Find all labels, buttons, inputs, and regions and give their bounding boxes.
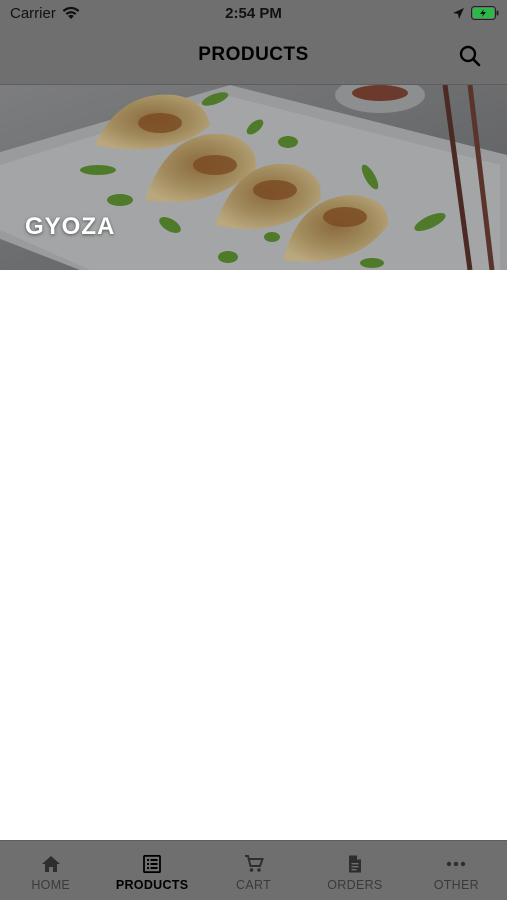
tab-bar: HOME PRODUCTS CART ORDERS OTHER [0, 840, 507, 900]
tab-products-label: PRODUCTS [115, 878, 189, 892]
tab-home-label: HOME [31, 878, 71, 892]
battery-icon [471, 6, 499, 20]
page-title: PRODUCTS [198, 44, 309, 65]
tab-cart-label: CART [236, 878, 272, 892]
tab-orders-label: ORDERS [327, 878, 383, 892]
document-icon [348, 855, 361, 873]
home-icon [41, 856, 60, 872]
clock-time: 2:54 PM [225, 5, 282, 22]
cart-icon [244, 855, 264, 872]
more-icon [447, 861, 466, 867]
nav-bar: PRODUCTS [0, 28, 507, 85]
status-bar: Carrier 2:54 PM [0, 0, 507, 28]
product-list-area [0, 270, 507, 840]
gyoza-photo [0, 85, 507, 270]
tab-products[interactable]: PRODUCTS [101, 841, 202, 900]
tab-cart[interactable]: CART [203, 841, 304, 900]
location-arrow-icon [453, 8, 464, 19]
list-icon [143, 855, 162, 873]
search-icon[interactable] [456, 42, 484, 70]
category-banner-gyoza[interactable]: GYOZA [0, 85, 507, 270]
category-label: GYOZA [25, 213, 116, 240]
tab-orders[interactable]: ORDERS [304, 841, 405, 900]
tab-home[interactable]: HOME [0, 841, 101, 900]
tab-other-label: OTHER [433, 878, 479, 892]
tab-other[interactable]: OTHER [406, 841, 507, 900]
